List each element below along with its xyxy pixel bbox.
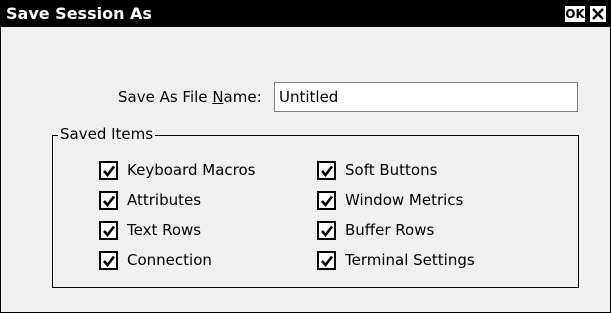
- checkbox-box[interactable]: [317, 191, 336, 210]
- checkbox-box[interactable]: [317, 251, 336, 270]
- checkbox-label: Window Metrics: [345, 191, 464, 209]
- file-name-label-mnemonic: N: [212, 88, 224, 106]
- checkmark-icon: [321, 195, 334, 208]
- saved-items-legend: Saved Items: [58, 125, 156, 143]
- checkbox-label: Keyboard Macros: [127, 161, 256, 179]
- close-button[interactable]: [590, 6, 606, 22]
- file-name-input[interactable]: [274, 82, 578, 112]
- checkbox-box[interactable]: [317, 161, 336, 180]
- close-icon: [592, 8, 604, 20]
- checkmark-icon: [103, 255, 116, 268]
- checkbox-label: Soft Buttons: [345, 161, 438, 179]
- checkmark-icon: [103, 165, 116, 178]
- checkbox-label: Buffer Rows: [345, 221, 435, 239]
- checkbox-label: Connection: [127, 251, 212, 269]
- checkbox-box[interactable]: [99, 191, 118, 210]
- checkmark-icon: [321, 165, 334, 178]
- ok-button[interactable]: OK: [565, 6, 585, 22]
- checkmark-icon: [103, 225, 116, 238]
- checkbox-box[interactable]: [317, 221, 336, 240]
- title-bar[interactable]: Save Session As OK: [1, 1, 610, 27]
- checkbox-box[interactable]: [99, 251, 118, 270]
- checkmark-icon: [103, 195, 116, 208]
- checkbox-box[interactable]: [99, 221, 118, 240]
- checkbox-label: Terminal Settings: [345, 251, 475, 269]
- file-name-label: Save As File Name:: [118, 88, 262, 106]
- file-name-label-suffix: ame:: [223, 88, 262, 106]
- dialog-title: Save Session As: [6, 4, 152, 23]
- file-name-label-prefix: Save As File: [118, 88, 213, 106]
- checkbox-label: Text Rows: [127, 221, 202, 239]
- checkmark-icon: [321, 225, 334, 238]
- save-session-dialog: Save Session As OK Save As File Name: Sa…: [0, 0, 611, 313]
- checkmark-icon: [321, 255, 334, 268]
- checkbox-box[interactable]: [99, 161, 118, 180]
- checkbox-label: Attributes: [127, 191, 202, 209]
